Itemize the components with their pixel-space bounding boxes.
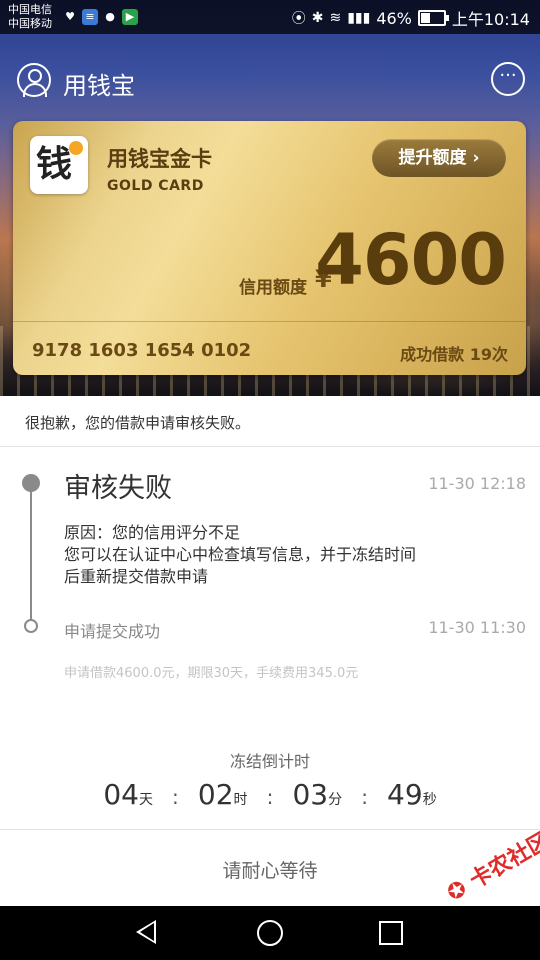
recent-apps-icon[interactable] — [379, 921, 403, 945]
logo-dot-icon — [69, 141, 83, 155]
chevron-right-icon: › — [472, 148, 480, 168]
countdown-seconds: 49 — [387, 778, 423, 811]
card-number: 9178 1603 1654 0102 — [32, 340, 252, 361]
credit-amount: 4600 — [315, 219, 507, 301]
reason-line-2: 您可以在认证中心中检查填写信息，并于冻结时间后重新提交借款申请 — [64, 545, 417, 586]
minutes-unit: 分 — [328, 792, 343, 808]
clock: 上午10:14 — [451, 10, 530, 29]
app-logo: 钱 — [30, 136, 88, 194]
status-right: ⦿ ✱ ≋ ▮▮▮ 46% 上午10:14 — [292, 6, 530, 30]
battery-percent: 46% — [376, 8, 412, 28]
raise-limit-button[interactable]: 提升额度 › — [372, 139, 506, 177]
review-failed-time: 11-30 12:18 — [428, 474, 526, 493]
app-header: 用钱宝 ··· — [0, 36, 540, 120]
gold-card: 钱 用钱宝金卡 GOLD CARD 提升额度 › 信用额度 ¥ 4600 917… — [13, 121, 526, 375]
failure-reason: 原因：您的信用评分不足 您可以在认证中心中检查填写信息，并于冻结时间后重新提交借… — [64, 522, 424, 588]
card-subtitle: GOLD CARD — [107, 178, 204, 194]
failure-notice: 很抱歉，您的借款申请审核失败。 — [25, 414, 251, 432]
days-unit: 天 — [138, 792, 153, 808]
divider — [0, 446, 540, 447]
logo-glyph: 钱 — [36, 144, 73, 185]
more-options-icon[interactable]: ··· — [491, 62, 525, 96]
countdown-title: 冻结倒计时 — [229, 752, 310, 771]
card-divider — [13, 321, 526, 322]
carrier-2: 中国移动 — [8, 17, 52, 30]
review-failed-title: 审核失败 — [64, 473, 172, 504]
home-icon[interactable] — [257, 920, 283, 946]
wifi-icon: ≋ — [329, 10, 342, 26]
credit-label: 信用额度 — [239, 278, 307, 298]
card-name: 用钱宝金卡 — [107, 147, 212, 171]
carrier-info: 中国电信 中国移动 — [8, 3, 52, 31]
message-icon: ● — [105, 10, 115, 23]
reason-line-1: 原因：您的信用评分不足 — [64, 523, 241, 542]
timeline-line — [30, 484, 32, 626]
countdown-days: 04 — [103, 778, 139, 811]
countdown-timer: 04天 : 02时 : 03分 : 49秒 — [103, 778, 437, 811]
signal-icon: ▮▮▮ — [347, 10, 371, 26]
submitted-time: 11-30 11:30 — [428, 618, 526, 637]
seconds-unit: 秒 — [422, 792, 437, 808]
notification-icons: ♥ ≡ ● ▶ — [62, 9, 138, 25]
divider — [0, 829, 540, 830]
timeline-dot-past — [24, 619, 38, 633]
bluetooth-icon: ✱ — [311, 10, 324, 26]
status-bar: 中国电信 中国移动 ♥ ≡ ● ▶ ⦿ ✱ ≋ ▮▮▮ 46% 上午10:14 — [0, 0, 540, 34]
location-icon: ⦿ — [291, 11, 306, 27]
battery-icon — [417, 10, 449, 26]
countdown-minutes: 03 — [292, 778, 329, 811]
loan-detail: 申请借款4600.0元，期限30天，手续费用345.0元 — [64, 666, 359, 681]
countdown-hours: 02 — [197, 778, 234, 811]
raise-limit-label: 提升额度 — [398, 148, 467, 168]
submitted-title: 申请提交成功 — [64, 622, 161, 641]
media-icon: ▶ — [122, 9, 138, 25]
hours-unit: 时 — [233, 792, 248, 808]
health-icon: ♥ — [65, 10, 75, 23]
user-avatar-icon[interactable] — [17, 63, 51, 97]
back-icon[interactable] — [136, 920, 156, 944]
app-notification-icon: ≡ — [82, 9, 98, 25]
timeline-dot-current — [22, 474, 40, 492]
carrier-1: 中国电信 — [8, 3, 52, 16]
navigation-bar — [0, 906, 540, 960]
app-title: 用钱宝 — [63, 72, 135, 100]
successful-loans: 成功借款 19次 — [400, 345, 508, 364]
